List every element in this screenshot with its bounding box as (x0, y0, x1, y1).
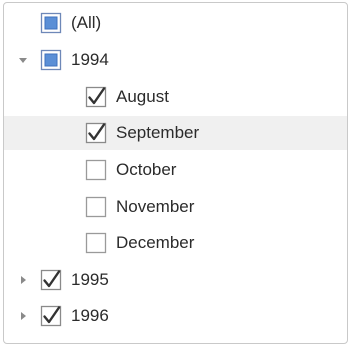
tree-item-label: December (116, 233, 195, 252)
checkbox-indeterminate-icon[interactable] (40, 12, 62, 34)
tree-item-label: 1995 (71, 270, 109, 289)
filter-tree-panel: (All) 1994 August September October Nove… (3, 2, 348, 344)
collapsed-arrow-icon[interactable] (18, 275, 28, 285)
tree-item-november[interactable]: November (4, 190, 347, 224)
checkbox-checked-icon[interactable] (85, 122, 107, 144)
tree-item-label: (All) (71, 13, 102, 32)
tree-item-december[interactable]: December (4, 226, 347, 260)
checkbox-checked-icon[interactable] (40, 269, 62, 291)
checkbox-unchecked-icon[interactable] (85, 232, 107, 254)
checkbox-unchecked-icon[interactable] (85, 159, 107, 181)
tree-item-october[interactable]: October (4, 153, 347, 187)
tree-item-label: 1996 (71, 306, 109, 325)
checkbox-checked-icon[interactable] (40, 305, 62, 327)
tree-item-1996[interactable]: 1996 (4, 299, 347, 333)
tree-item-1995[interactable]: 1995 (4, 263, 347, 297)
tree-item-all[interactable]: (All) (4, 6, 347, 40)
tree-item-august[interactable]: August (4, 80, 347, 114)
checkbox-checked-icon[interactable] (85, 86, 107, 108)
tree-item-september[interactable]: September (4, 116, 347, 150)
expanded-arrow-icon[interactable] (18, 55, 28, 65)
tree-item-label: October (116, 160, 177, 179)
tree-item-label: November (116, 197, 195, 216)
checkbox-indeterminate-icon[interactable] (40, 49, 62, 71)
tree-item-label: 1994 (71, 50, 109, 69)
tree-item-1994[interactable]: 1994 (4, 43, 347, 77)
tree-item-label: August (116, 87, 169, 106)
collapsed-arrow-icon[interactable] (18, 311, 28, 321)
checkbox-unchecked-icon[interactable] (85, 196, 107, 218)
tree-item-label: September (116, 123, 200, 142)
